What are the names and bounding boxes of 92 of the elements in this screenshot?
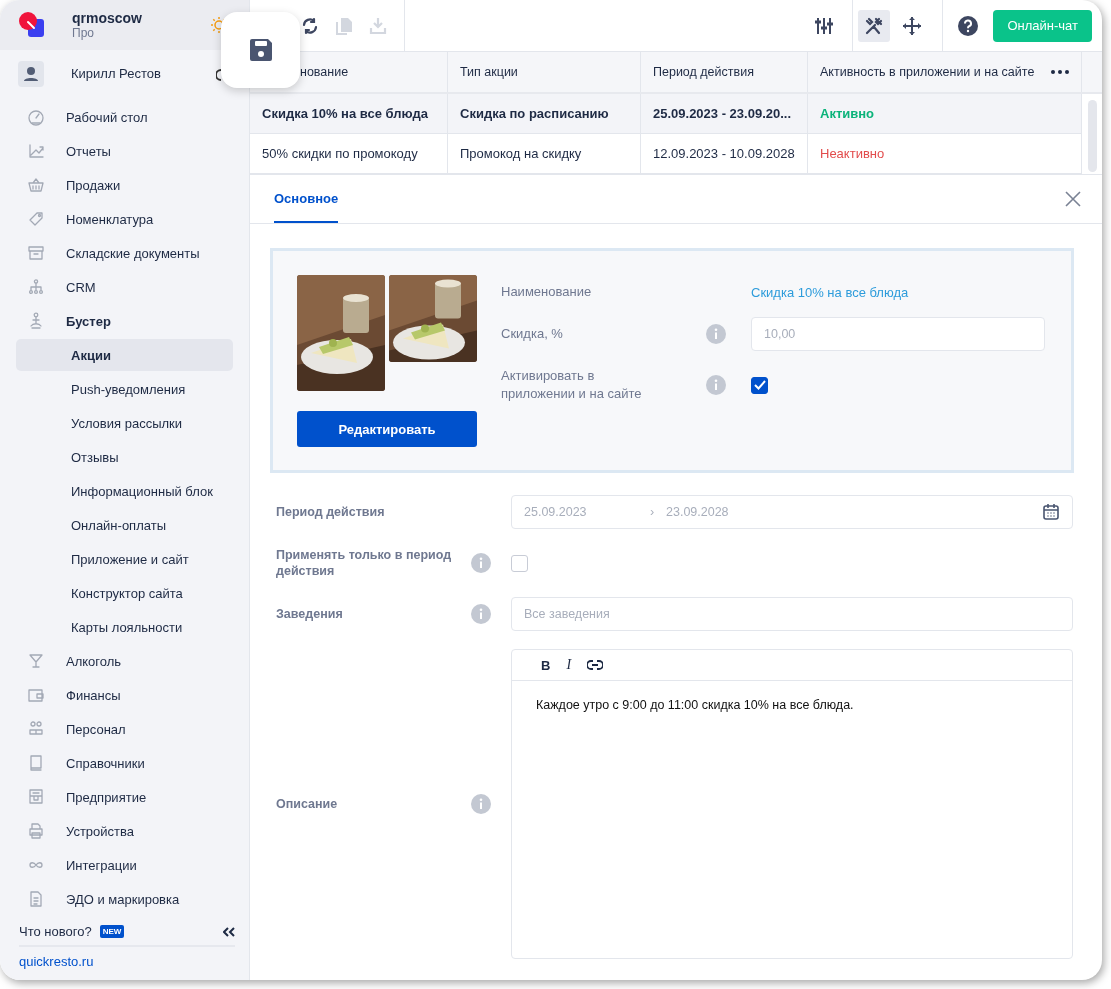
logo-icon [18,10,46,39]
status-cell: Неактивно [808,134,1082,173]
copy-icon [334,15,354,36]
field-label: Активировать в приложении и на сайте [501,367,643,403]
calendar-icon [1042,503,1060,521]
download-icon [368,15,388,36]
basket-icon [27,176,45,194]
nav-item[interactable]: Интеграции [0,848,249,882]
nav-subitem[interactable]: Условия рассылки [16,407,233,439]
account-name: qrmoscow [72,9,142,26]
nav-subitem[interactable]: Карты лояльности [16,611,233,643]
column-header[interactable]: Тип акции [460,65,518,79]
sliders-icon [814,15,835,36]
nav-item[interactable]: Предприятие [0,780,249,814]
field-label: Наименование [501,283,593,301]
whats-new-link[interactable]: Что нового? [19,924,92,939]
nav-item[interactable]: Финансы [0,678,249,712]
description-text: Каждое утро с 9:00 до 11:00 скидка 10% на все блюда. [535,697,855,714]
nav-item[interactable]: Справочники [0,746,249,780]
account-plan: Про [72,25,94,40]
save-button[interactable] [221,12,300,88]
table-cell: Промокод на скидку [448,134,641,173]
field-label: Заведения [276,606,344,622]
nav-item[interactable]: Персонал [0,712,249,746]
status-cell: Активно [808,94,1082,133]
table-cell: 12.09.2023 - 10.09.2028 [641,134,808,173]
avatar-icon [18,60,44,87]
account-header[interactable]: qrmoscow Про [0,0,249,50]
tools-icon [864,15,885,36]
printer-icon [27,822,45,840]
nav-item[interactable]: Номенклатура [0,202,249,236]
nav-item[interactable]: Бустер [0,304,249,338]
nav-subitem[interactable]: Push-уведомления [16,373,233,405]
nav-subitem[interactable]: Акции [16,339,233,371]
chart-icon [27,142,45,160]
collapse-icon[interactable] [223,926,235,937]
table-row[interactable]: 50% скидки по промокоду Промокод на скидку 12.09.2023 - 10.09.2028 Неактивно [250,134,1082,174]
nav-item[interactable]: Устройства [0,814,249,848]
field-label: Скидка, % [501,325,564,343]
venues-field[interactable]: Все заведения [511,597,1073,631]
toolbar-button[interactable] [300,15,320,36]
nav-subitem[interactable]: Приложение и сайт [16,543,233,575]
book-icon [27,754,45,772]
nav-item[interactable]: Алкоголь [0,644,249,678]
nav-subitem[interactable]: Онлайн-оплаты [16,509,233,541]
checkbox[interactable] [751,376,768,394]
table-cell: 50% скидки по промокоду [250,134,448,173]
nav-subitem[interactable]: Информационный блок [16,475,233,507]
table-cell: 25.09.2023 - 23.09.20... [641,94,808,133]
tag-icon [27,210,45,228]
field-label: Применять только в период действия [276,547,453,579]
spinner-icon [216,68,222,81]
help-icon[interactable] [957,14,980,37]
italic-button[interactable]: I [566,657,572,673]
nav-item[interactable]: ЭДО и маркировка [0,882,249,916]
nav-item[interactable]: Продажи [0,168,249,202]
new-badge: NEW [99,925,125,938]
column-header[interactable]: нование [300,65,349,79]
link-icon[interactable] [587,660,604,670]
user-name: Кирилл Рестов [71,66,161,82]
more-icon[interactable] [1051,70,1069,74]
wallet-icon [27,686,45,704]
people-icon [27,720,45,738]
hierarchy-icon [27,278,45,296]
nav-item[interactable]: CRM [0,270,249,304]
site-link[interactable]: quickresto.ru [19,954,94,969]
building-icon [27,788,45,806]
table-cell: Скидка 10% на все блюда [250,94,448,133]
edit-button[interactable]: Редактировать [297,411,477,447]
close-icon[interactable] [1065,191,1081,207]
nav-subitem[interactable]: Отзывы [16,441,233,473]
tab[interactable]: Основное [274,175,339,223]
bold-button[interactable]: B [541,657,551,673]
column-header[interactable]: Период действия [653,65,754,79]
toolbar-button[interactable] [858,9,891,42]
table-row[interactable]: Скидка 10% на все блюда Скидка по расписанию 25.09.2023 - 23.09.20... Активно [250,94,1082,134]
column-header[interactable]: Активность в приложении и на сайте [820,65,1035,79]
field-label: Период действия [276,504,386,520]
field-label: Описание [276,796,339,812]
refresh-icon [300,15,320,36]
nav-subitem[interactable]: Конструктор сайта [16,577,233,609]
document-icon [27,890,45,908]
description-editor[interactable]: B I Каждое утро с 9:00 до 11:00 скидка 10% на все блюда. [511,649,1073,959]
nav-item[interactable]: Отчеты [0,134,249,168]
table-cell: Скидка по расписанию [448,94,641,133]
move-icon [902,15,923,36]
archive-icon [27,244,45,262]
nav-item[interactable]: Складские документы [0,236,249,270]
glass-icon [27,652,45,670]
promo-name: Скидка 10% на все блюда [751,284,910,300]
gauge-icon [27,108,45,126]
nav-item[interactable]: Рабочий стол [0,100,249,134]
